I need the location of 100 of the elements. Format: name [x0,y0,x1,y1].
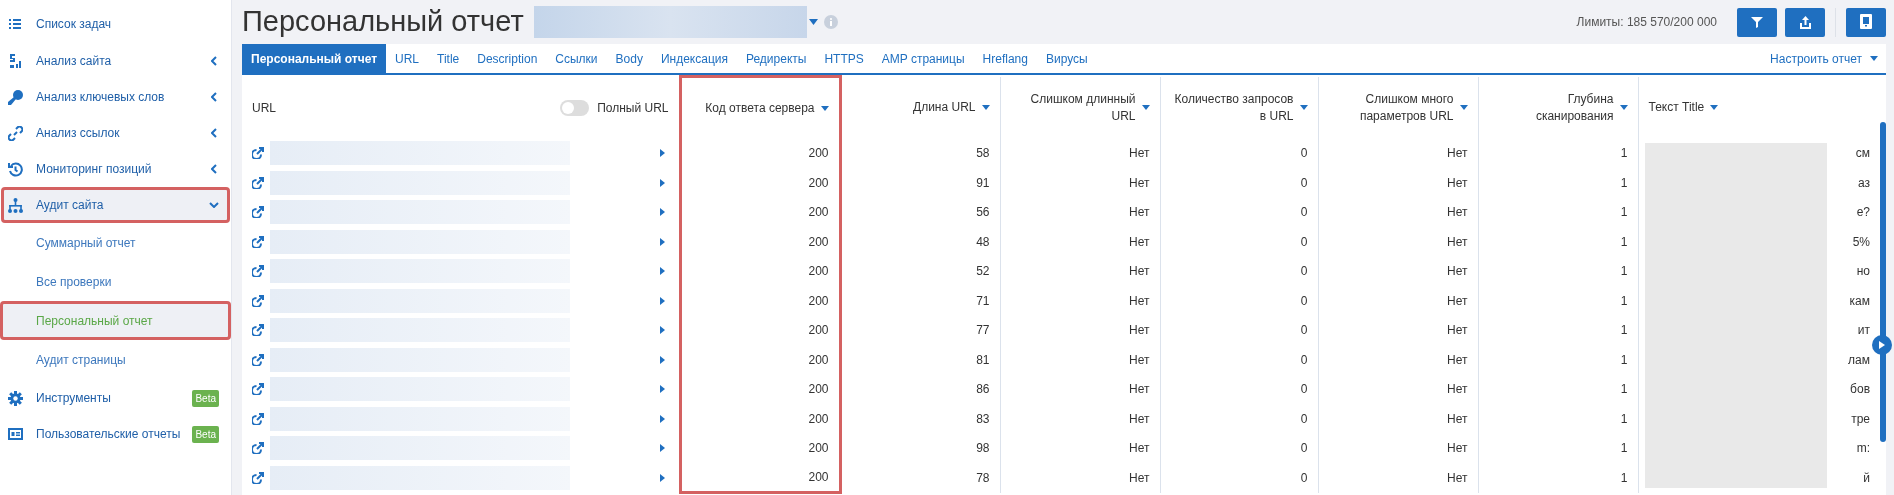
sort-caret-icon [820,105,829,111]
expand-caret-icon[interactable] [659,355,665,364]
table-cell-text: е? [1856,204,1870,222]
sidebar-item-label: Анализ ссылок [36,125,120,142]
toggle-switch[interactable] [560,99,590,116]
sidebar-item[interactable]: Анализ ссылок [1,115,230,151]
sidebar-item[interactable]: Мониторинг позиций [1,151,230,187]
help-button[interactable] [1846,7,1886,37]
expand-caret-icon[interactable] [659,208,665,217]
table-cell: Нет [1129,470,1150,485]
external-link-icon[interactable] [252,294,264,307]
tab[interactable]: HTTPS [815,44,873,73]
expand-caret-icon[interactable] [659,237,665,246]
book-icon [1859,14,1873,30]
sort-caret-icon [981,105,990,110]
column-header[interactable]: Слишком длинный URL [1010,90,1136,125]
table-cell: 200 [808,146,829,161]
table-cell: 1 [1620,146,1628,161]
table-cell-text: лам [1848,351,1870,369]
table-cell-text: m: [1856,440,1870,458]
sidebar-item[interactable]: Аудит сайта [1,187,230,223]
page-title: Персональный отчет [242,4,524,40]
sidebar-item[interactable]: Анализ сайта [1,43,230,79]
expand-caret-icon[interactable] [659,267,665,276]
history-icon [7,161,23,177]
expand-caret-icon[interactable] [659,444,665,453]
tab[interactable]: AMP страницы [872,44,974,73]
table-cell: 1 [1620,352,1628,367]
expand-caret-icon[interactable] [659,414,665,423]
play-icon [1879,341,1885,349]
tab[interactable]: Description [468,44,547,73]
filter-button[interactable] [1737,7,1777,37]
expand-caret-icon[interactable] [659,473,665,482]
table-cell: Нет [1447,382,1468,397]
tab[interactable]: Title [428,44,469,73]
column-header[interactable]: Длина URL [913,99,976,116]
submenu-item[interactable]: Аудит страницы [0,340,231,379]
export-button[interactable] [1785,7,1825,37]
column-header[interactable]: Слишком много параметров URL [1328,90,1454,125]
expand-caret-icon[interactable] [659,149,665,158]
expand-caret-icon[interactable] [659,326,665,335]
caret-icon [1870,56,1878,61]
table-cell: 77 [976,323,990,338]
external-link-icon[interactable] [252,412,264,425]
tab[interactable]: Вирусы [1036,44,1097,73]
scroll-right-button[interactable] [1872,335,1892,355]
sidebar-item-label: Аудит сайта [36,197,104,214]
tab[interactable]: Ссылки [546,44,607,73]
table-cell: 1 [1620,323,1628,338]
submenu-item[interactable]: Все проверки [0,262,231,301]
table-cell-text: см [1855,145,1870,163]
column-header[interactable]: Глубина сканирования [1488,90,1614,125]
external-link-icon[interactable] [252,235,264,248]
expand-caret-icon[interactable] [659,385,665,394]
tab[interactable]: Body [606,44,652,73]
expand-caret-icon[interactable] [659,296,665,305]
column-header[interactable]: Код ответа сервера [705,99,815,117]
sidebar-item[interactable]: Пользовательские отчеты Beta [1,416,230,452]
submenu-label: Все проверки [36,273,112,291]
tab[interactable]: Индексация [651,44,737,73]
external-link-icon[interactable] [252,176,264,189]
sidebar-item[interactable]: Инструменты Beta [1,380,230,416]
table-cell: 52 [976,264,990,279]
tab[interactable]: URL [386,44,429,73]
column-header[interactable]: Текст Title [1648,99,1705,116]
external-link-icon[interactable] [252,471,264,484]
table-cell: 0 [1300,175,1308,190]
chevron-left-icon [211,92,217,102]
table-cell-text: 5% [1852,233,1870,251]
tab[interactable]: Персональный отчет [242,44,387,73]
external-link-icon[interactable] [252,353,264,366]
sidebar-item-label: Список задач [36,16,112,33]
chevron-down-icon [209,202,219,208]
sidebar-item[interactable]: Список задач [1,6,230,42]
scrollbar[interactable] [1880,122,1886,442]
filter-icon [1751,16,1763,28]
column-header[interactable]: URL [252,98,276,117]
table-cell: 48 [976,234,990,249]
external-link-icon[interactable] [252,265,264,278]
submenu-item[interactable]: Суммарный отчет [0,223,231,262]
external-link-icon[interactable] [252,324,264,337]
configure-report-button[interactable]: Настроить отчет [1770,44,1878,73]
external-link-icon[interactable] [252,383,264,396]
expand-caret-icon[interactable] [659,178,665,187]
external-link-icon[interactable] [252,147,264,160]
table-cell: Нет [1129,411,1150,426]
tab[interactable]: Hreflang [973,44,1037,73]
column-header[interactable]: Количество запросов в URL [1170,90,1294,125]
external-link-icon[interactable] [252,206,264,219]
table-cell-text: бов [1850,381,1870,399]
external-link-icon[interactable] [252,442,264,455]
table-cell: 58 [976,146,990,161]
table-cell: 0 [1300,205,1308,220]
table-cell: 0 [1300,382,1308,397]
table-cell-text: ит [1857,322,1870,340]
tab[interactable]: Редиректы [737,44,816,73]
table-cell: Нет [1129,352,1150,367]
table-cell: Нет [1447,323,1468,338]
sidebar-item[interactable]: Анализ ключевых слов [1,79,230,115]
caret-icon[interactable] [808,19,818,25]
